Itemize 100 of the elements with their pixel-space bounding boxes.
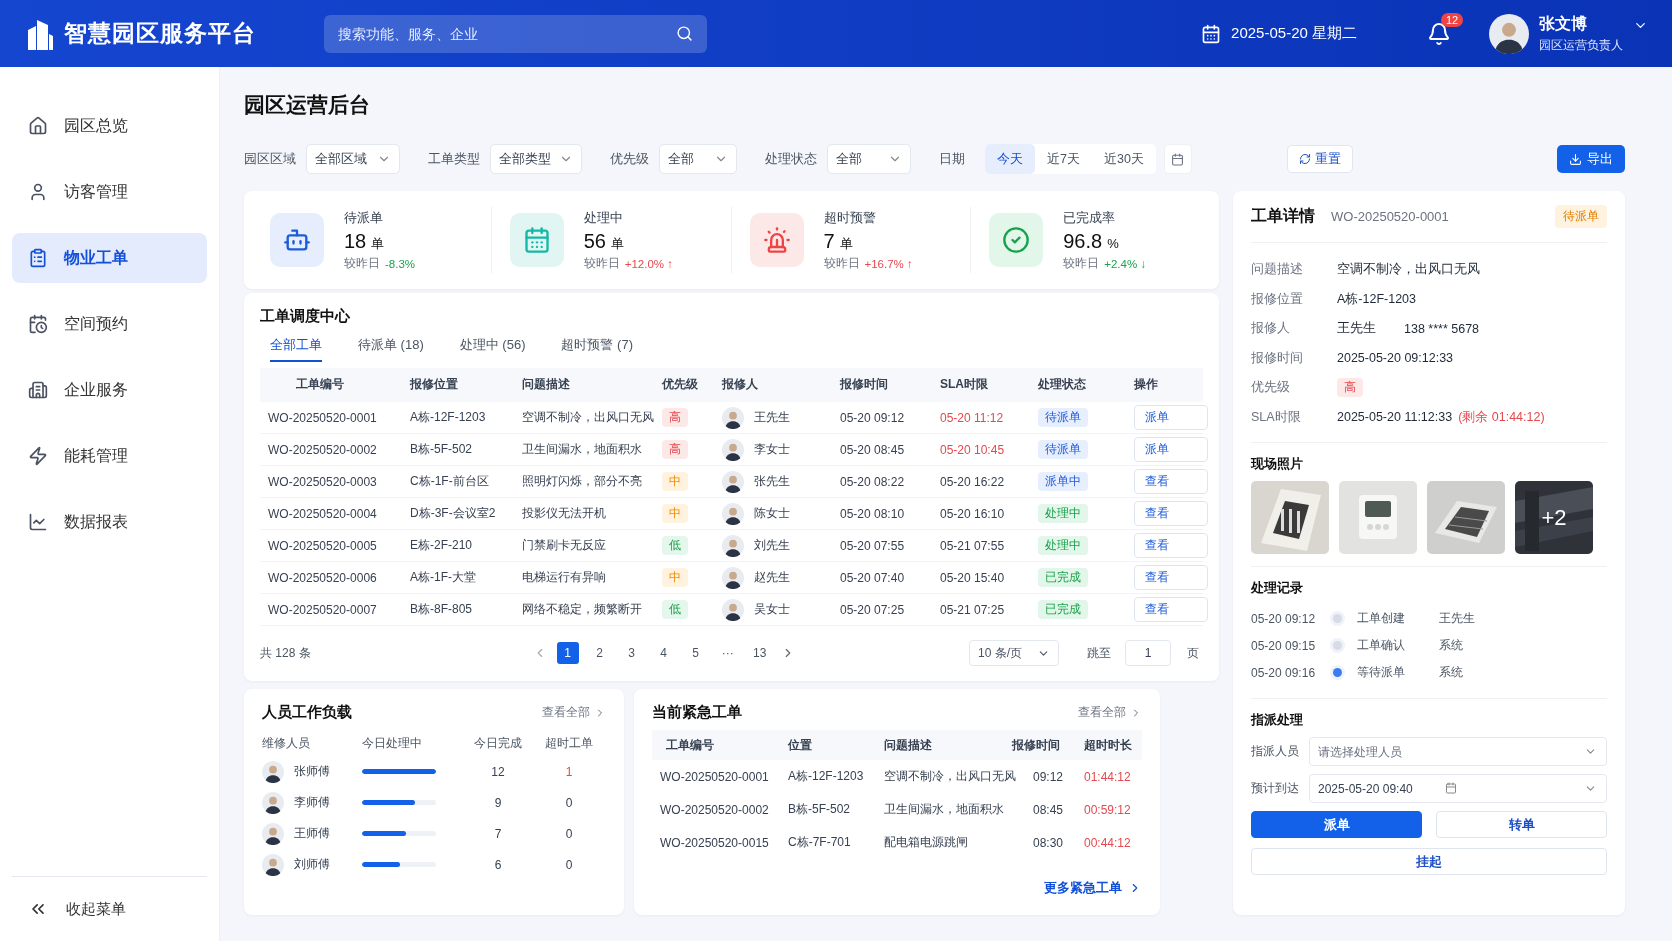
date-range-tab[interactable]: 近30天 bbox=[1091, 144, 1156, 174]
stat-unit: 单 bbox=[839, 235, 853, 253]
nav-item[interactable]: 园区总览 bbox=[12, 101, 207, 151]
page-button[interactable]: 2 bbox=[588, 642, 611, 664]
filter-select[interactable]: 全部 bbox=[659, 144, 737, 174]
priority-tag: 中 bbox=[662, 568, 688, 587]
stat-unit: 单 bbox=[611, 235, 624, 253]
filter-select[interactable]: 全部 bbox=[827, 144, 911, 174]
view-all-link[interactable]: 查看全部 bbox=[1078, 704, 1142, 721]
table-cell: WO-20250520-0015 bbox=[660, 835, 769, 850]
field-label: SLA时限 bbox=[1251, 408, 1302, 426]
table-cell: B栋-5F-502 bbox=[788, 801, 851, 818]
nav-item[interactable]: 企业服务 bbox=[12, 365, 207, 415]
table-cell: 00:44:12 bbox=[1084, 835, 1131, 850]
table-cell: A栋-1F-大堂 bbox=[410, 569, 476, 586]
nav-item[interactable]: 能耗管理 bbox=[12, 431, 207, 481]
date-range-tab[interactable]: 近7天 bbox=[1035, 144, 1092, 174]
dispatch-button[interactable]: 派单 bbox=[1251, 811, 1422, 838]
nav-item[interactable]: 数据报表 bbox=[12, 497, 207, 547]
row-action-button[interactable]: 查看 bbox=[1134, 501, 1208, 526]
table-cell: 05-20 09:12 bbox=[840, 410, 905, 425]
table-cell: A栋-12F-1203 bbox=[410, 409, 486, 426]
row-action-button[interactable]: 查看 bbox=[1134, 597, 1208, 622]
table-cell: WO-20250520-0007 bbox=[268, 602, 377, 617]
column-header: 维修人员 bbox=[262, 734, 310, 752]
table-cell: C栋-1F-前台区 bbox=[410, 473, 489, 490]
page-button[interactable]: 1 bbox=[556, 642, 579, 664]
table-cell: 05-20 07:40 bbox=[840, 570, 905, 585]
transfer-button[interactable]: 转单 bbox=[1436, 811, 1607, 838]
page-button[interactable]: 3 bbox=[620, 642, 643, 664]
table-cell: C栋-7F-701 bbox=[788, 834, 851, 851]
nav-item[interactable]: 空间预约 bbox=[12, 299, 207, 349]
table-cell: WO-20250520-0001 bbox=[660, 769, 769, 784]
compare-label: 较昨日 bbox=[823, 256, 860, 271]
record-action: 工单确认 bbox=[1357, 637, 1406, 654]
app-title: 智慧园区服务平台 bbox=[64, 19, 256, 48]
filter-label: 日期 bbox=[939, 150, 965, 168]
suspend-button[interactable]: 挂起 bbox=[1251, 848, 1607, 875]
field-label: 问题描述 bbox=[1251, 261, 1304, 279]
column-header: 超时时长 bbox=[1084, 736, 1133, 754]
export-button[interactable]: 导出 bbox=[1557, 145, 1625, 173]
stat-change: +12.0% ↑ bbox=[624, 257, 674, 270]
section-title: 当前紧急工单 bbox=[652, 703, 742, 722]
row-action-button[interactable]: 派单 bbox=[1134, 405, 1208, 430]
compare-label: 较昨日 bbox=[583, 256, 620, 271]
more-photos-count: +2 bbox=[1541, 506, 1567, 529]
date-range-tab[interactable]: 今天 bbox=[985, 144, 1035, 174]
column-header: 问题描述 bbox=[884, 736, 933, 754]
page-button[interactable]: 4 bbox=[652, 642, 675, 664]
nav-item[interactable]: 访客管理 bbox=[12, 167, 207, 217]
current-date: 2025-05-20 星期二 bbox=[1231, 24, 1357, 43]
tab[interactable]: 处理中 (56) bbox=[459, 336, 526, 362]
table-cell: WO-20250520-0004 bbox=[268, 506, 377, 521]
table-cell: 08:30 bbox=[1033, 835, 1063, 850]
field-value: A栋-12F-1203 bbox=[1337, 290, 1416, 308]
field-label: 报修人 bbox=[1251, 320, 1291, 338]
stat-value: 56 bbox=[583, 230, 606, 253]
total-count: 共 128 条 bbox=[260, 644, 311, 662]
field-value: 空调不制冷，出风口无风 bbox=[1337, 261, 1480, 279]
table-cell: 卫生间漏水，地面积水 bbox=[884, 801, 1004, 818]
collapse-menu-button[interactable]: 收起菜单 bbox=[12, 876, 207, 919]
table-cell: A栋-12F-1203 bbox=[788, 768, 864, 785]
table-cell: 卫生间漏水，地面积水 bbox=[522, 441, 642, 458]
priority-tag: 高 bbox=[1337, 378, 1363, 398]
column-header: 工单编号 bbox=[295, 376, 345, 393]
page-button[interactable]: 13 bbox=[748, 642, 771, 664]
filter-select[interactable]: 全部区域 bbox=[306, 144, 400, 174]
view-all-link[interactable]: 查看全部 bbox=[542, 704, 606, 721]
tab[interactable]: 全部工单 bbox=[270, 336, 322, 362]
record-time: 05-20 09:12 bbox=[1251, 611, 1317, 626]
row-action-button[interactable]: 查看 bbox=[1134, 565, 1208, 590]
arrival-time-field[interactable]: 2025-05-20 09:40 bbox=[1309, 774, 1607, 803]
table-cell: WO-20250520-0001 bbox=[268, 410, 377, 425]
tab[interactable]: 待派单 (18) bbox=[358, 336, 424, 362]
assignee-select[interactable]: 请选择处理人员 bbox=[1309, 737, 1607, 766]
nav-item[interactable]: 物业工单 bbox=[12, 233, 207, 283]
page-input[interactable]: 1 bbox=[1125, 640, 1171, 666]
page-button[interactable]: 5 bbox=[684, 642, 707, 664]
priority-tag: 高 bbox=[662, 408, 688, 427]
column-header: 位置 bbox=[788, 736, 813, 754]
row-action-button[interactable]: 派单 bbox=[1134, 437, 1208, 462]
row-action-button[interactable]: 查看 bbox=[1134, 469, 1208, 494]
filter-label: 工单类型 bbox=[428, 150, 480, 168]
section-title: 人员工作负载 bbox=[262, 703, 352, 722]
stat-value: 7 bbox=[823, 230, 835, 253]
reset-button[interactable]: 重置 bbox=[1286, 145, 1353, 173]
tab[interactable]: 超时预警 (7) bbox=[561, 336, 633, 362]
row-action-button[interactable]: 查看 bbox=[1134, 533, 1208, 558]
page-size-select[interactable]: 10 条/页 bbox=[969, 640, 1059, 666]
page-suffix: 页 bbox=[1187, 644, 1199, 662]
section-title: 工单调度中心 bbox=[260, 307, 351, 326]
table-cell: 张师傅 bbox=[294, 763, 330, 780]
notification-badge: 12 bbox=[1441, 12, 1464, 27]
field-label: 预计到达 bbox=[1251, 780, 1299, 797]
field-label: 报修时间 bbox=[1251, 349, 1304, 367]
page-button[interactable]: ··· bbox=[716, 642, 739, 664]
field-label: 优先级 bbox=[1251, 379, 1291, 397]
column-header: 报修位置 bbox=[410, 376, 459, 393]
filter-select[interactable]: 全部类型 bbox=[490, 144, 582, 174]
more-urgent-link[interactable]: 更多紧急工单 bbox=[1044, 879, 1142, 901]
